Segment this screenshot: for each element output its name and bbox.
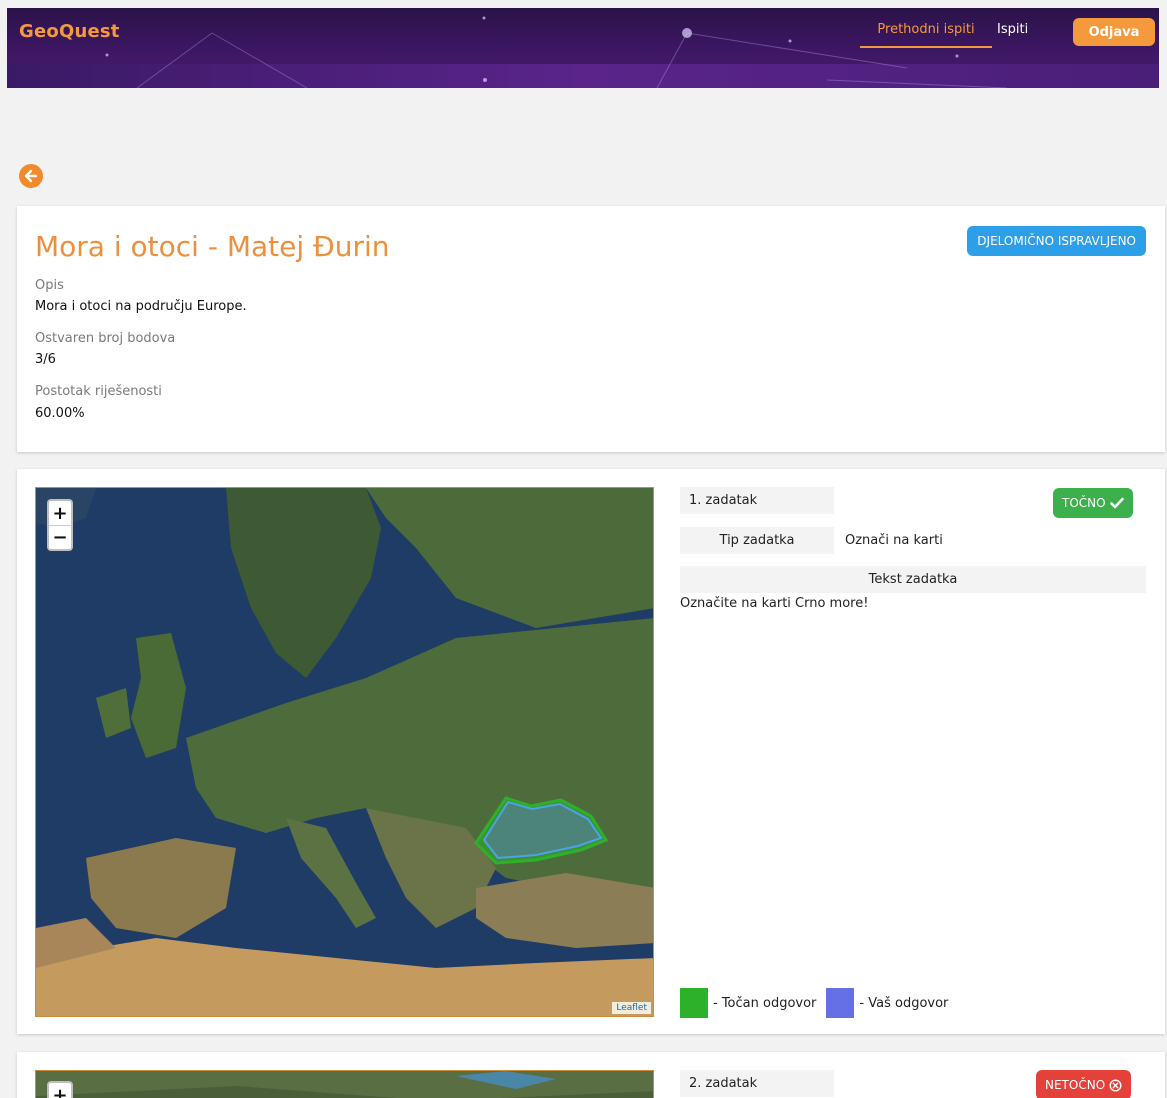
task-text-label: Tekst zadatka (680, 566, 1146, 593)
map-attribution[interactable]: Leaflet (612, 1002, 651, 1014)
logout-button[interactable]: Odjava (1073, 18, 1155, 46)
zoom-control: + − (47, 499, 73, 551)
correct-answer-swatch (680, 988, 708, 1018)
points-label: Ostvaren broj bodova (35, 331, 176, 346)
your-answer-swatch (826, 988, 855, 1018)
description-value: Mora i otoci na području Europe. (35, 299, 247, 314)
checkmark-icon (1109, 497, 1124, 509)
status-badge: DJELOMIČNO ISPRAVLJENO (967, 226, 1146, 256)
task-card: + 2. zadatak NETOČNO (17, 1052, 1165, 1098)
task-status-text: NETOČNO (1045, 1078, 1106, 1092)
points-value: 3/6 (35, 352, 56, 367)
task-type-label: Tip zadatka (680, 527, 834, 554)
exam-title: Mora i otoci - Matej Đurin (35, 230, 390, 263)
nav-exams[interactable]: Ispiti (997, 22, 1028, 37)
task-status-text: TOČNO (1062, 496, 1106, 510)
navbar-decoration (105, 16, 1008, 88)
map-view[interactable]: + (35, 1070, 654, 1098)
description-label: Opis (35, 278, 64, 293)
task-number: 1. zadatak (680, 487, 834, 514)
top-navbar: GeoQuest Prethodni ispiti Ispiti Odjava (7, 8, 1159, 88)
map-view[interactable]: + − Leaflet (35, 487, 654, 1017)
task-status-badge: NETOČNO (1036, 1070, 1132, 1098)
exam-summary-card: Mora i otoci - Matej Đurin DJELOMIČNO IS… (17, 206, 1165, 452)
zoom-in-button[interactable]: + (49, 501, 71, 525)
zoom-in-button[interactable]: + (49, 1083, 71, 1098)
satellite-map (36, 1071, 653, 1098)
task-text-value: Označite na karti Crno more! (680, 596, 869, 611)
task-type-value: Označi na karti (845, 533, 943, 548)
percent-label: Postotak riješenosti (35, 384, 162, 399)
task-card: + − Leaflet 1. zadatak TOČNO Tip zadatka… (17, 469, 1165, 1034)
your-answer-label: - Vaš odgovor (859, 995, 949, 1011)
zoom-out-button[interactable]: − (49, 525, 71, 549)
percent-value: 60.00% (35, 406, 85, 421)
satellite-map (36, 488, 653, 1016)
task-status-badge: TOČNO (1053, 488, 1133, 518)
back-button[interactable] (19, 164, 43, 188)
correct-answer-label: - Točan odgovor (713, 995, 817, 1011)
arrow-left-icon (24, 169, 38, 183)
x-circle-icon (1109, 1078, 1122, 1092)
zoom-control: + (47, 1081, 73, 1098)
map-legend: - Točan odgovor - Vaš odgovor (680, 988, 958, 1018)
brand-logo[interactable]: GeoQuest (19, 21, 120, 42)
nav-previous-exams[interactable]: Prethodni ispiti (860, 22, 992, 48)
task-number: 2. zadatak (680, 1070, 834, 1097)
